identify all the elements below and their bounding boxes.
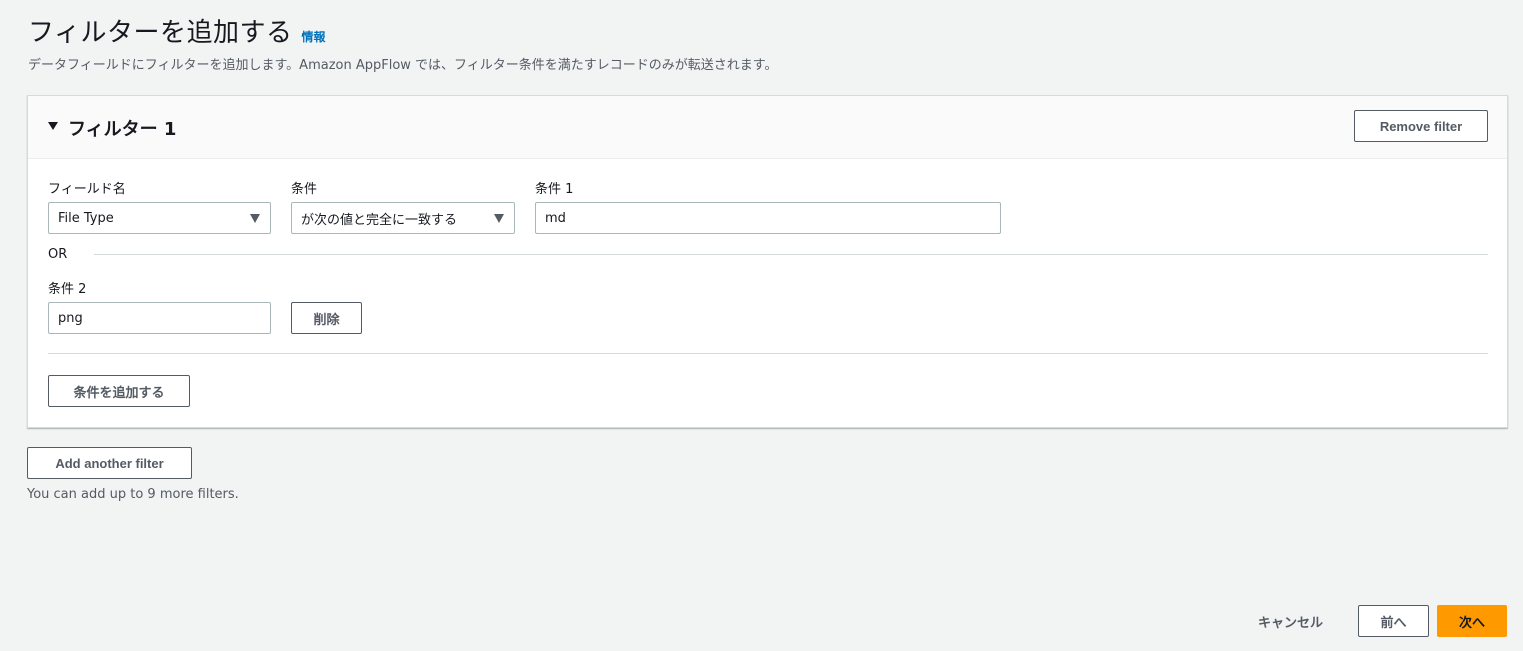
delete-condition-button[interactable]: 削除 <box>291 302 362 334</box>
filter-panel: フィルター 1 Remove filter フィールド名 File Type 条… <box>27 95 1508 428</box>
or-separator-label: OR <box>48 247 68 262</box>
previous-button[interactable]: 前へ <box>1358 605 1429 637</box>
field-name-value: File Type <box>58 210 114 226</box>
field-name-select[interactable]: File Type <box>48 202 271 234</box>
dropdown-arrow-icon <box>494 214 504 223</box>
page-title: フィルターを追加する <box>28 18 293 48</box>
remove-filter-button[interactable]: Remove filter <box>1354 110 1488 142</box>
field-name-label: フィールド名 <box>48 182 126 197</box>
title-row: フィルターを追加する 情報 <box>28 12 326 49</box>
condition-label: 条件 <box>291 182 318 197</box>
page-header: フィルターを追加する 情報 <box>28 12 326 49</box>
condition-value: が次の値と完全に一致する <box>301 212 458 228</box>
add-another-filter-button[interactable]: Add another filter <box>27 447 192 479</box>
filters-remaining-hint: You can add up to 9 more filters. <box>27 487 239 502</box>
or-divider <box>94 254 1488 255</box>
value1-text: md <box>545 210 566 226</box>
filter-title[interactable]: フィルター 1 <box>68 115 176 141</box>
next-button[interactable]: 次へ <box>1437 605 1507 637</box>
dropdown-arrow-icon <box>250 214 260 223</box>
caret-down-icon[interactable] <box>48 122 58 130</box>
condition-select[interactable]: が次の値と完全に一致する <box>291 202 515 234</box>
section-divider <box>48 353 1488 354</box>
cancel-button[interactable]: キャンセル <box>1258 612 1323 631</box>
page-description: データフィールドにフィルターを追加します。Amazon AppFlow では、フ… <box>28 58 778 73</box>
value1-input[interactable]: md <box>535 202 1001 234</box>
value2-label: 条件 2 <box>48 282 87 297</box>
value1-label: 条件 1 <box>535 182 574 197</box>
value2-input[interactable]: png <box>48 302 271 334</box>
filter-panel-header: フィルター 1 Remove filter <box>28 96 1507 159</box>
add-filter-page: フィルターを追加する 情報 データフィールドにフィルターを追加します。Amazo… <box>0 0 1523 651</box>
add-condition-button[interactable]: 条件を追加する <box>48 375 190 407</box>
value2-text: png <box>58 310 83 326</box>
info-link[interactable]: 情報 <box>301 28 325 45</box>
